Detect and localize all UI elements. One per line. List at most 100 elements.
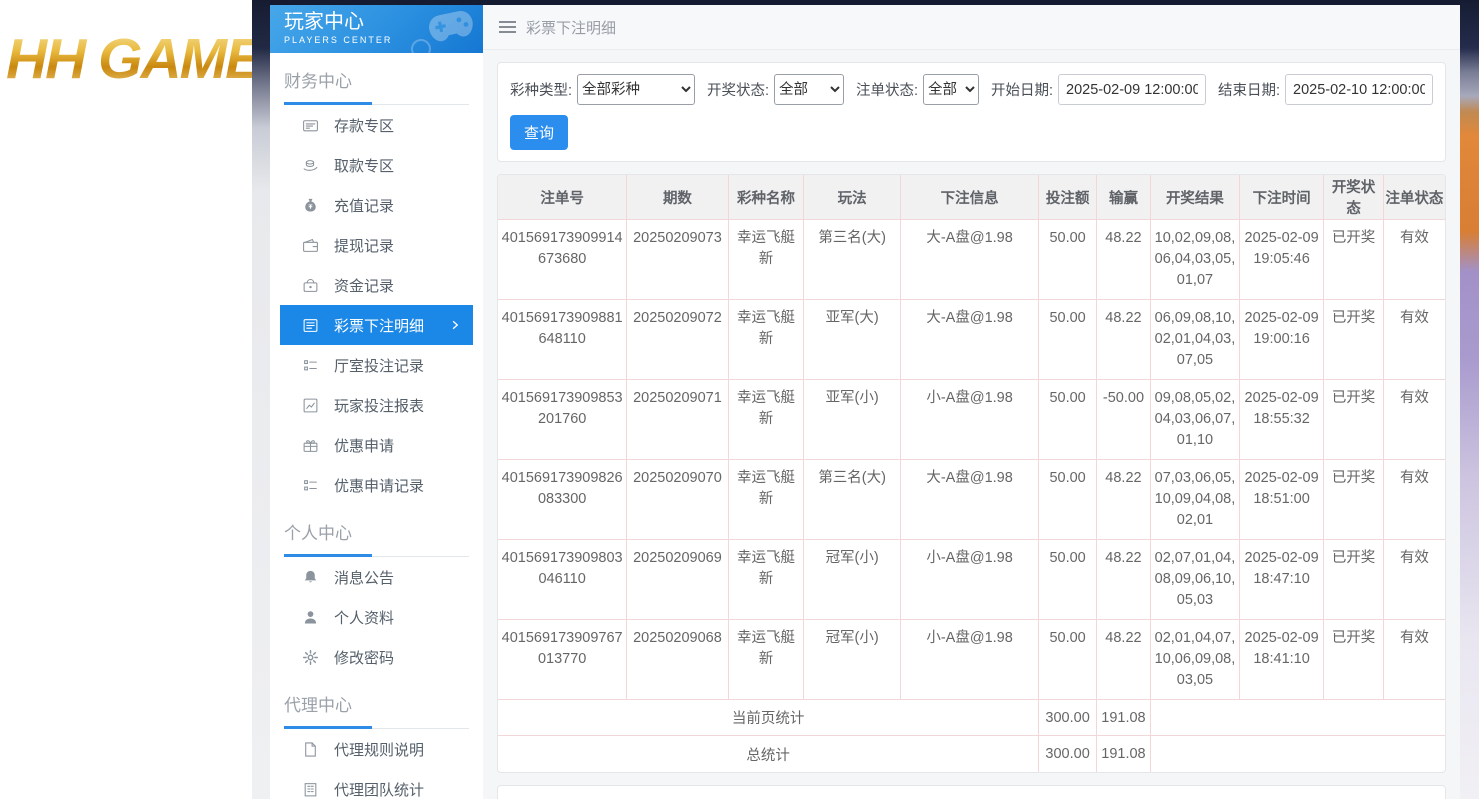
cell-period: 20250209069 — [627, 540, 728, 620]
section-personal-center: 个人中心 — [270, 505, 483, 557]
draw-status-select[interactable]: 全部 — [774, 74, 844, 105]
cell-bet-time: 2025-02-09 18:47:10 — [1239, 540, 1323, 620]
document-icon — [302, 741, 319, 758]
cell-bet-amount: 50.00 — [1039, 380, 1097, 460]
hamburger-menu-icon[interactable] — [499, 18, 516, 36]
section-agent-center: 代理中心 — [270, 677, 483, 729]
sidebar-item-label: 取款专区 — [334, 155, 394, 176]
bet-table: 注单号 期数 彩种名称 玩法 下注信息 投注额 输赢 开奖结果 下注时间 开奖状… — [498, 175, 1445, 772]
cell-win-loss: 48.22 — [1096, 540, 1150, 620]
cell-draw-status: 已开奖 — [1324, 540, 1384, 620]
start-date-label: 开始日期: — [991, 79, 1053, 100]
sidebar-item-player-bet-report[interactable]: 玩家投注报表 — [270, 385, 483, 425]
table-header-row: 注单号 期数 彩种名称 玩法 下注信息 投注额 输赢 开奖结果 下注时间 开奖状… — [498, 175, 1445, 220]
summary-win-loss: 191.08 — [1096, 700, 1150, 736]
start-date-input[interactable] — [1058, 74, 1206, 105]
summary-win-loss: 191.08 — [1096, 736, 1150, 772]
cell-draw-result: 10,02,09,08,06,04,03,05,01,07 — [1150, 220, 1239, 300]
sidebar-item-agent-rules[interactable]: 代理规则说明 — [270, 729, 483, 769]
sidebar-item-promo-apply-records[interactable]: 优惠申请记录 — [270, 465, 483, 505]
cell-lottery-name: 幸运飞艇新 — [728, 460, 804, 540]
summary-bet-total: 300.00 — [1039, 736, 1097, 772]
cell-win-loss: 48.22 — [1096, 300, 1150, 380]
cell-bet-time: 2025-02-09 19:00:16 — [1239, 300, 1323, 380]
sidebar-item-hall-bet-records[interactable]: 厅室投注记录 — [270, 345, 483, 385]
page: HH GAME 玩家中心 PLAYERS CENTER 财务中心 存款专区 取款… — [0, 0, 1479, 799]
withdraw-hand-icon — [302, 157, 319, 174]
sidebar-item-profile[interactable]: 个人资料 — [270, 597, 483, 637]
col-header-play: 玩法 — [804, 175, 901, 220]
cell-lottery-name: 幸运飞艇新 — [728, 220, 804, 300]
end-date-input[interactable] — [1285, 74, 1433, 105]
cell-bet-time: 2025-02-09 18:41:10 — [1239, 620, 1323, 700]
sidebar-item-messages[interactable]: 消息公告 — [270, 557, 483, 597]
sidebar-item-label: 厅室投注记录 — [334, 355, 424, 376]
background-right-strip — [1460, 0, 1479, 799]
list-check-icon — [302, 357, 319, 374]
cell-play: 第三名(大) — [804, 220, 901, 300]
cell-bet-time: 2025-02-09 18:51:00 — [1239, 460, 1323, 540]
cell-bet-info: 小-A盘@1.98 — [900, 380, 1038, 460]
chevron-right-icon — [449, 319, 461, 331]
sidebar-item-deposit[interactable]: 存款专区 — [270, 105, 483, 145]
section-finance-center: 财务中心 — [270, 53, 483, 105]
sidebar-item-fund-records[interactable]: 资金记录 — [270, 265, 483, 305]
sidebar-item-withdrawal-records[interactable]: 提现记录 — [270, 225, 483, 265]
sidebar: 玩家中心 PLAYERS CENTER 财务中心 存款专区 取款专区 充值记录 — [270, 5, 483, 799]
cell-bet-info: 小-A盘@1.98 — [900, 540, 1038, 620]
cell-draw-result: 02,01,04,07,10,06,09,08,03,05 — [1150, 620, 1239, 700]
order-status-select[interactable]: 全部 — [923, 74, 979, 105]
sidebar-item-label: 优惠申请 — [334, 435, 394, 456]
sidebar-item-lottery-bet-details[interactable]: 彩票下注明细 — [280, 305, 473, 345]
cell-play: 冠军(小) — [804, 540, 901, 620]
deposit-card-icon — [302, 117, 319, 134]
cell-order-status: 有效 — [1383, 380, 1445, 460]
search-button[interactable]: 查询 — [510, 115, 568, 150]
sidebar-item-label: 消息公告 — [334, 567, 394, 588]
gear-icon — [302, 649, 319, 666]
order-status-label: 注单状态: — [856, 79, 918, 100]
cell-bet-info: 大-A盘@1.98 — [900, 460, 1038, 540]
cell-period: 20250209073 — [627, 220, 728, 300]
table-row: 401569173909767013770 20250209068 幸运飞艇新 … — [498, 620, 1445, 700]
cell-play: 亚军(大) — [804, 300, 901, 380]
lottery-type-select[interactable]: 全部彩种 — [577, 74, 695, 105]
sidebar-item-label: 提现记录 — [334, 235, 394, 256]
cell-draw-status: 已开奖 — [1324, 220, 1384, 300]
end-date-label: 结束日期: — [1218, 79, 1280, 100]
summary-empty — [1150, 700, 1445, 736]
table-row: 401569173909853201760 20250209071 幸运飞艇新 … — [498, 380, 1445, 460]
col-header-bet-time: 下注时间 — [1239, 175, 1323, 220]
cell-bet-info: 大-A盘@1.98 — [900, 300, 1038, 380]
cell-order-no: 401569173909853201760 — [498, 380, 627, 460]
sidebar-item-label: 个人资料 — [334, 607, 394, 628]
content: 彩种类型: 全部彩种 开奖状态: 全部 注单状态: 全部 开始日期: 结束日期: — [483, 50, 1460, 799]
summary-bet-total: 300.00 — [1039, 700, 1097, 736]
cell-order-no: 401569173909881648110 — [498, 300, 627, 380]
cell-play: 第三名(大) — [804, 460, 901, 540]
sidebar-item-agent-team-stats[interactable]: 代理团队统计 — [270, 769, 483, 799]
sidebar-item-withdraw[interactable]: 取款专区 — [270, 145, 483, 185]
cell-lottery-name: 幸运飞艇新 — [728, 380, 804, 460]
cell-bet-info: 小-A盘@1.98 — [900, 620, 1038, 700]
cell-draw-result: 02,07,01,04,08,09,06,10,05,03 — [1150, 540, 1239, 620]
page-title: 彩票下注明细 — [526, 17, 616, 38]
sidebar-item-recharge-records[interactable]: 充值记录 — [270, 185, 483, 225]
col-header-bet-amount: 投注额 — [1039, 175, 1097, 220]
sidebar-item-change-password[interactable]: 修改密码 — [270, 637, 483, 677]
cell-draw-status: 已开奖 — [1324, 380, 1384, 460]
sidebar-item-promo-apply[interactable]: 优惠申请 — [270, 425, 483, 465]
sidebar-header: 玩家中心 PLAYERS CENTER — [270, 5, 483, 53]
cell-draw-status: 已开奖 — [1324, 620, 1384, 700]
sidebar-item-label: 充值记录 — [334, 195, 394, 216]
page-summary-row: 当前页统计 300.00 191.08 — [498, 700, 1445, 736]
sidebar-item-label: 代理规则说明 — [334, 739, 424, 760]
sidebar-item-label: 代理团队统计 — [334, 779, 424, 799]
col-header-order-status: 注单状态 — [1383, 175, 1445, 220]
sidebar-item-label: 玩家投注报表 — [334, 395, 424, 416]
cell-draw-result: 09,08,05,02,04,03,06,07,01,10 — [1150, 380, 1239, 460]
cell-win-loss: 48.22 — [1096, 220, 1150, 300]
wallet-icon — [302, 237, 319, 254]
bet-table-panel: 注单号 期数 彩种名称 玩法 下注信息 投注额 输赢 开奖结果 下注时间 开奖状… — [497, 174, 1446, 773]
table-row: 401569173909826083300 20250209070 幸运飞艇新 … — [498, 460, 1445, 540]
